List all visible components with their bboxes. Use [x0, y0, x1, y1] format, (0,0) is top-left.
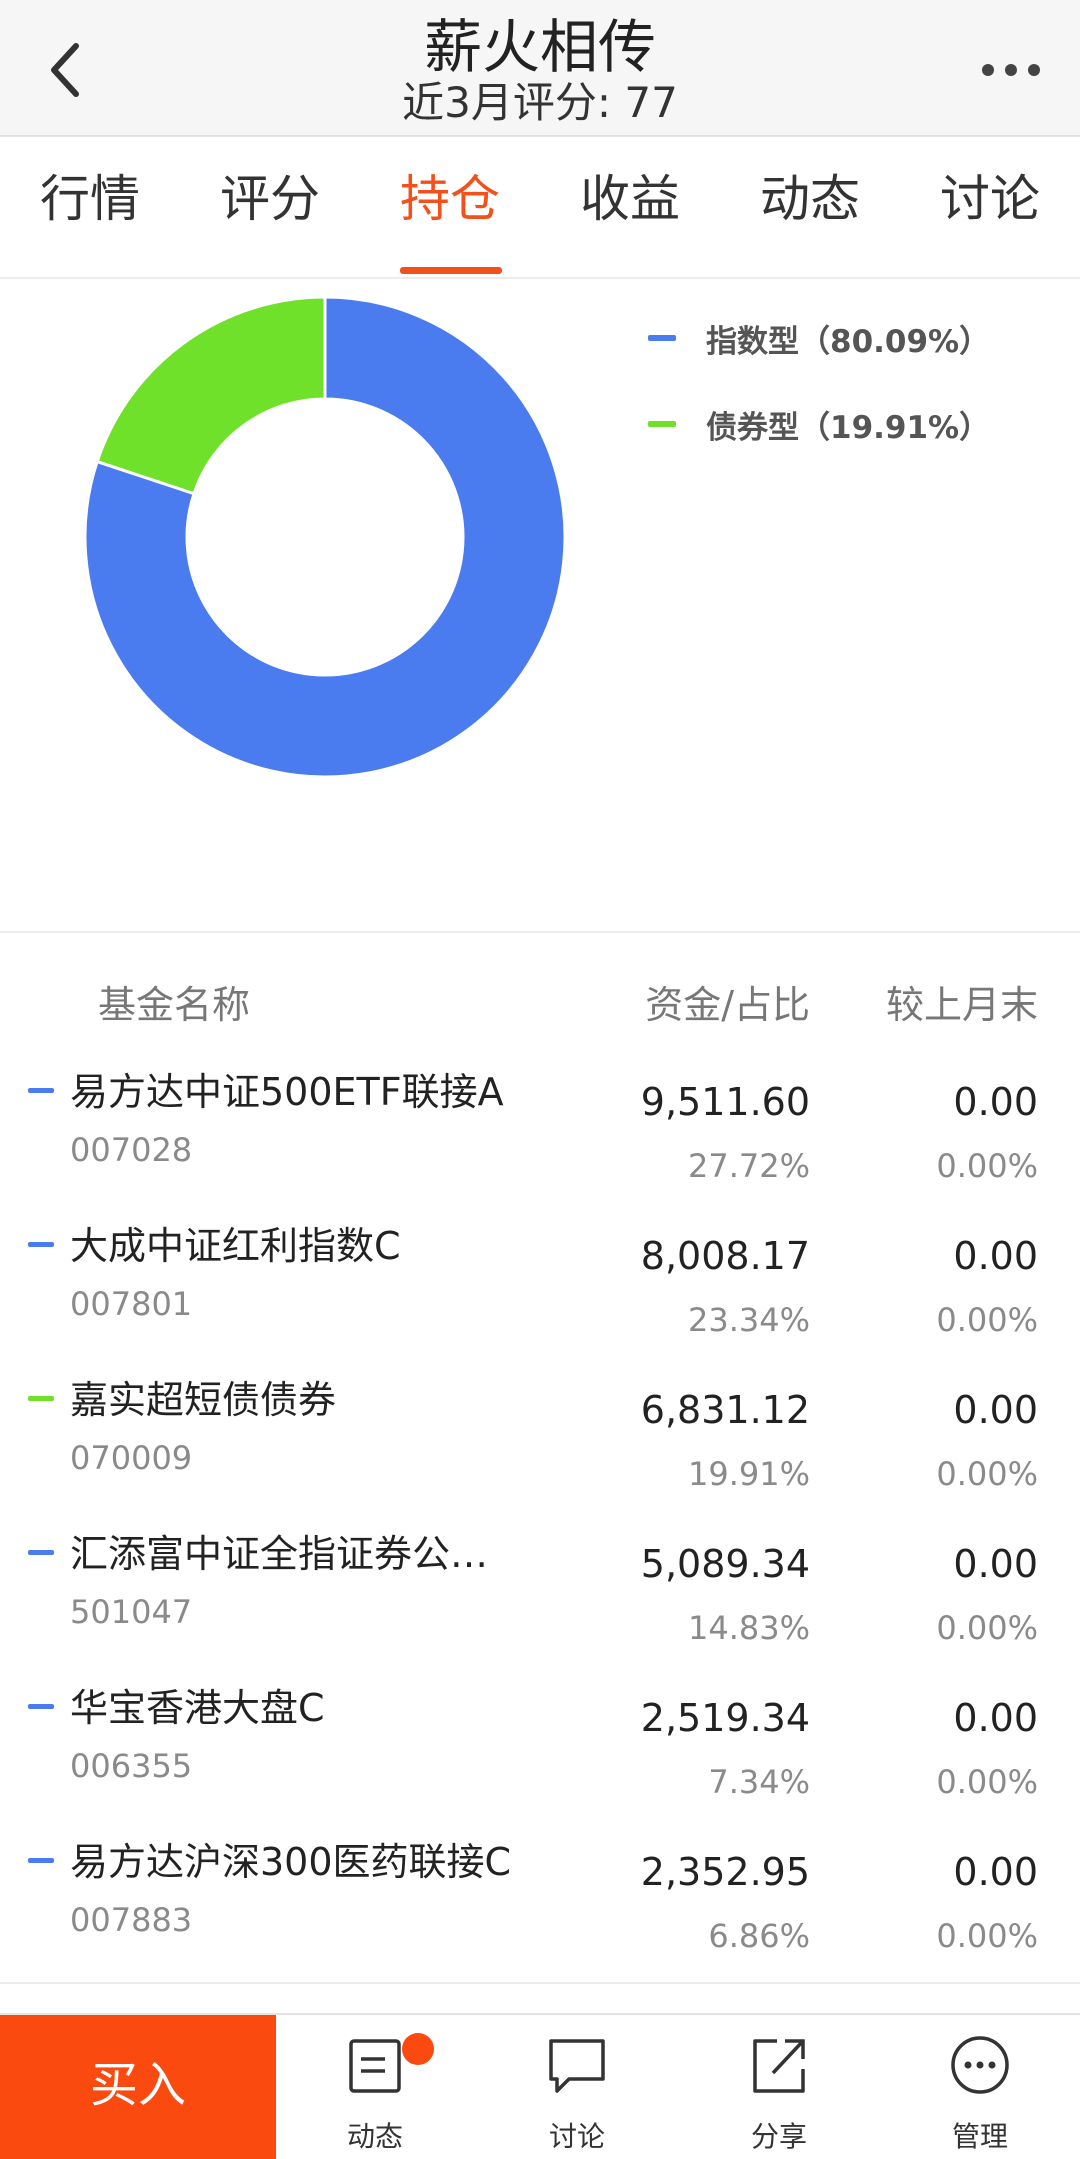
fund-amount: 6,831.12	[640, 1388, 810, 1432]
fund-change: 0.00	[953, 1080, 1038, 1124]
legend-label-bond: 债券型（19.91%）	[706, 409, 991, 446]
bottom-action-bar: 买入 动态 讨论 分享 管理	[0, 2013, 1080, 2159]
fund-name: 易方达沪深300医药联接C	[70, 1840, 512, 1884]
fund-ratio: 14.83%	[687, 1609, 810, 1647]
donut-slice-bond	[95, 295, 327, 496]
fund-amount: 5,089.34	[640, 1542, 810, 1586]
buy-button[interactable]: 买入	[0, 2015, 276, 2159]
fund-change: 0.00	[953, 1696, 1038, 1740]
fund-change-pct: 0.00%	[936, 1763, 1038, 1801]
fund-ratio: 27.72%	[687, 1147, 810, 1185]
fund-code: 070009	[70, 1439, 193, 1477]
holdings-table-header: 基金名称 资金/占比 较上月末	[0, 975, 1080, 1045]
more-horizontal-icon	[982, 64, 1040, 76]
fund-change: 0.00	[953, 1850, 1038, 1894]
tab-discussion[interactable]: 讨论	[900, 169, 1080, 229]
fund-change-pct: 0.00%	[936, 1147, 1038, 1185]
fund-change-pct: 0.00%	[936, 1301, 1038, 1339]
tab-updates[interactable]: 动态	[720, 169, 900, 229]
row-type-swatch	[28, 1088, 54, 1093]
fund-change-pct: 0.00%	[936, 1917, 1038, 1955]
nav-manage[interactable]: 管理	[905, 2015, 1055, 2159]
fund-change: 0.00	[953, 1542, 1038, 1586]
nav-updates-label: 动态	[346, 2120, 403, 2153]
table-row[interactable]: 易方达沪深300医药联接C 007883 2,352.95 6.86% 0.00…	[0, 1820, 1080, 1974]
fund-code: 006355	[70, 1747, 193, 1785]
fund-name: 易方达中证500ETF联接A	[70, 1070, 504, 1114]
legend-swatch-bond	[648, 421, 676, 427]
fund-change: 0.00	[953, 1234, 1038, 1278]
header-bar: 薪火相传 近3月评分: 77	[0, 0, 1080, 137]
fund-code: 007801	[70, 1285, 193, 1323]
tab-bar: 行情 评分 持仓 收益 动态 讨论	[0, 139, 1080, 279]
table-row[interactable]: 大成中证红利指数C 007801 8,008.17 23.34% 0.00 0.…	[0, 1204, 1080, 1358]
row-type-swatch	[28, 1858, 54, 1863]
fund-name: 华宝香港大盘C	[70, 1686, 325, 1730]
fund-ratio: 7.34%	[708, 1763, 810, 1801]
chat-bubble-icon	[549, 2039, 605, 2093]
header-amount-ratio: 资金/占比	[645, 983, 810, 1027]
table-row[interactable]: 易方达中证500ETF联接A 007028 9,511.60 27.72% 0.…	[0, 1050, 1080, 1204]
fund-name: 嘉实超短债债券	[70, 1378, 337, 1422]
fund-name: 汇添富中证全指证券公…	[70, 1532, 489, 1576]
table-bottom-divider	[0, 1982, 1080, 1984]
holdings-screen: 薪火相传 近3月评分: 77 行情 评分 持仓 收益 动态 讨论 指数型（80.…	[0, 0, 1080, 2159]
fund-code: 007028	[70, 1131, 193, 1169]
news-icon	[349, 2039, 401, 2093]
nav-share-label: 分享	[750, 2120, 807, 2153]
fund-change: 0.00	[953, 1388, 1038, 1432]
header-change: 较上月末	[885, 983, 1038, 1027]
nav-discussion-label: 讨论	[548, 2120, 605, 2153]
notification-badge	[402, 2033, 434, 2065]
donut-chart	[83, 295, 567, 779]
table-row[interactable]: 嘉实超短债债券 070009 6,831.12 19.91% 0.00 0.00…	[0, 1358, 1080, 1512]
row-type-swatch	[28, 1550, 54, 1555]
fund-code: 501047	[70, 1593, 193, 1631]
tab-returns[interactable]: 收益	[540, 169, 720, 229]
legend-swatch-index	[648, 335, 676, 341]
row-type-swatch	[28, 1396, 54, 1401]
nav-discussion[interactable]: 讨论	[502, 2015, 652, 2159]
tab-holdings[interactable]: 持仓	[360, 169, 540, 229]
fund-ratio: 23.34%	[687, 1301, 810, 1339]
fund-amount: 2,352.95	[640, 1850, 810, 1894]
nav-manage-label: 管理	[951, 2120, 1008, 2153]
fund-ratio: 19.91%	[687, 1455, 810, 1493]
tab-quotes[interactable]: 行情	[0, 169, 180, 229]
table-row[interactable]: 汇添富中证全指证券公… 501047 5,089.34 14.83% 0.00 …	[0, 1512, 1080, 1666]
row-type-swatch	[28, 1704, 54, 1709]
legend-label-index: 指数型（80.09%）	[706, 323, 991, 360]
allocation-chart: 指数型（80.09%） 债券型（19.91%）	[0, 281, 1080, 931]
fund-name: 大成中证红利指数C	[70, 1224, 401, 1268]
fund-change-pct: 0.00%	[936, 1609, 1038, 1647]
fund-ratio: 6.86%	[708, 1917, 810, 1955]
table-row[interactable]: 华宝香港大盘C 006355 2,519.34 7.34% 0.00 0.00%	[0, 1666, 1080, 1820]
fund-change-pct: 0.00%	[936, 1455, 1038, 1493]
more-circle-icon	[951, 2036, 1009, 2094]
fund-code: 007883	[70, 1901, 193, 1939]
fund-amount: 2,519.34	[640, 1696, 810, 1740]
row-type-swatch	[28, 1242, 54, 1247]
tab-rating[interactable]: 评分	[180, 169, 360, 229]
active-tab-indicator	[400, 267, 502, 274]
more-options-button[interactable]	[976, 50, 1046, 90]
page-title: 薪火相传	[423, 13, 656, 81]
fund-amount: 8,008.17	[640, 1234, 810, 1278]
section-divider	[0, 931, 1080, 933]
nav-share[interactable]: 分享	[704, 2015, 854, 2159]
legend-item-bond: 债券型（19.91%）	[648, 399, 990, 449]
share-icon	[753, 2039, 805, 2093]
header-fund-name: 基金名称	[98, 983, 251, 1027]
legend-item-index: 指数型（80.09%）	[648, 313, 990, 363]
fund-amount: 9,511.60	[640, 1080, 810, 1124]
score-subtitle: 近3月评分: 77	[402, 78, 678, 127]
